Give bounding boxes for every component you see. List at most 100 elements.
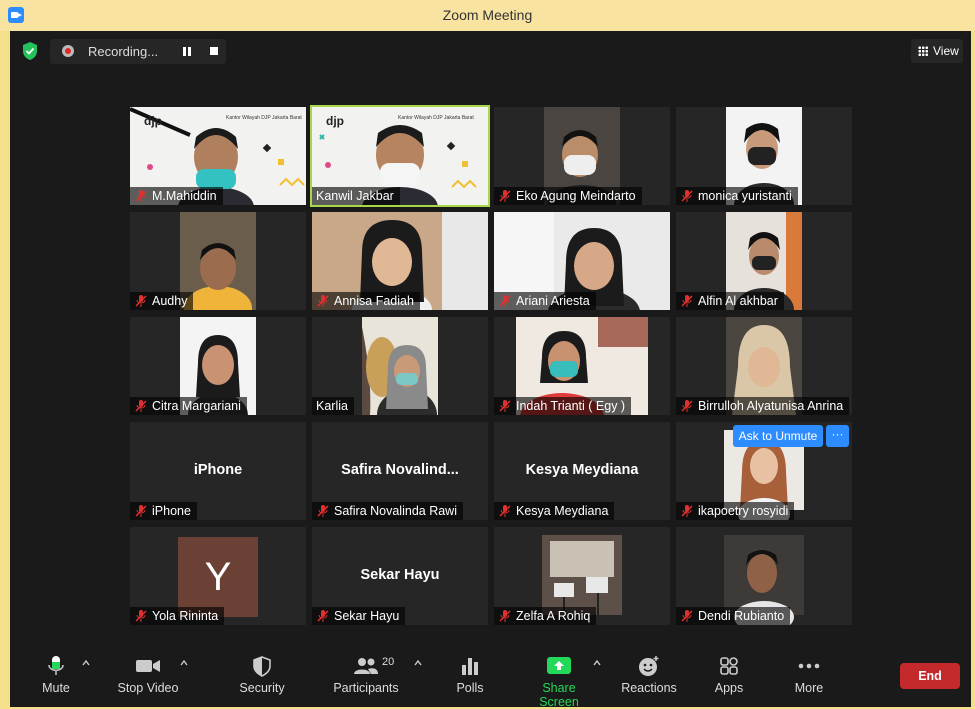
polls-button[interactable]: Polls: [452, 655, 488, 695]
reactions-button[interactable]: Reactions: [620, 655, 678, 695]
view-label: View: [933, 44, 959, 58]
muted-mic-icon: [499, 400, 511, 412]
muted-mic-icon: [681, 295, 693, 307]
participant-display-name: iPhone: [193, 462, 243, 478]
microphone-icon: [48, 656, 64, 675]
participant-name: Sekar Hayu: [334, 609, 400, 623]
video-tile[interactable]: Eko Agung Meindarto: [494, 107, 670, 205]
stop-video-label: Stop Video: [117, 681, 179, 695]
video-tile[interactable]: Birrulloh Alyatunisa Anrina: [676, 317, 852, 415]
video-tile[interactable]: Sekar Hayu Sekar Hayu: [312, 527, 488, 625]
security-label: Security: [239, 681, 285, 695]
video-tile-active-speaker[interactable]: djp Kantor Wilayah DJP Jakarta Barat Kan…: [310, 105, 490, 207]
participant-name: Kesya Meydiana: [516, 504, 609, 518]
muted-mic-icon: [681, 400, 693, 412]
participant-name: Safira Novalinda Rawi: [334, 504, 457, 518]
video-tile[interactable]: Safira Novalind... Safira Novalinda Rawi: [312, 422, 488, 520]
participants-icon: [354, 658, 378, 674]
participant-nametag: Birrulloh Alyatunisa Anrina: [676, 397, 850, 415]
participant-nametag: Safira Novalinda Rawi: [312, 502, 463, 520]
participant-nametag: monica yuristanti: [676, 187, 798, 205]
apps-button[interactable]: Apps: [710, 655, 748, 695]
apps-label: Apps: [714, 681, 744, 695]
muted-mic-icon: [135, 190, 147, 202]
ask-to-unmute-button[interactable]: Ask to Unmute: [733, 425, 823, 447]
video-tile[interactable]: monica yuristanti: [676, 107, 852, 205]
avatar: Y: [178, 537, 258, 617]
video-tile[interactable]: Alfin Al akhbar: [676, 212, 852, 310]
more-button[interactable]: More: [790, 655, 828, 695]
participant-nametag: Kesya Meydiana: [494, 502, 615, 520]
end-meeting-button[interactable]: End: [900, 663, 960, 689]
chevron-up-icon[interactable]: [82, 659, 90, 667]
stop-video-button[interactable]: Stop Video: [114, 655, 182, 695]
video-tile[interactable]: Zelfa A Rohiq: [494, 527, 670, 625]
reactions-label: Reactions: [621, 681, 677, 695]
security-shield-icon[interactable]: [19, 40, 41, 62]
recording-label: Recording...: [88, 44, 159, 59]
muted-mic-icon: [499, 610, 511, 622]
muted-mic-icon: [681, 190, 693, 202]
participant-nametag: Karlia: [312, 397, 354, 415]
stop-recording-icon[interactable]: [210, 47, 218, 55]
svg-text:Kantor Wilayah DJP Jakarta Bar: Kantor Wilayah DJP Jakarta Barat: [226, 115, 302, 121]
video-tile[interactable]: djp Kantor Wilayah DJP Jakarta Barat M.M…: [130, 107, 306, 205]
muted-mic-icon: [499, 505, 511, 517]
participant-nametag: ikapoetry rosyidi: [676, 502, 795, 520]
chevron-up-icon[interactable]: [414, 659, 422, 667]
meeting-area: Recording... View djp Kantor Wilayah DJP…: [10, 31, 971, 709]
participant-display-name: Sekar Hayu: [360, 567, 440, 583]
participant-name: ikapoetry rosyidi: [698, 504, 789, 518]
participant-display-name: Safira Novalind...: [341, 462, 459, 478]
participant-name: Karlia: [316, 399, 348, 413]
svg-text:djp: djp: [144, 114, 162, 128]
video-tile[interactable]: Citra Margariani: [130, 317, 306, 415]
participant-nametag: Ariani Ariesta: [494, 292, 596, 310]
participant-nametag: Kanwil Jakbar: [312, 187, 400, 205]
chevron-up-icon[interactable]: [593, 659, 601, 667]
video-tile[interactable]: Audhy: [130, 212, 306, 310]
muted-mic-icon: [499, 190, 511, 202]
participant-nametag: Yola Rininta: [130, 607, 225, 625]
video-tile[interactable]: Dendi Rubianto: [676, 527, 852, 625]
participant-nametag: Indah Trianti ( Egy ): [494, 397, 632, 415]
video-tile[interactable]: iPhone iPhone: [130, 422, 306, 520]
more-label: More: [794, 681, 824, 695]
participant-nametag: Citra Margariani: [130, 397, 247, 415]
grid-view-icon: [918, 46, 928, 56]
video-tile[interactable]: Y Yola Rininta: [130, 527, 306, 625]
bar-chart-icon: [462, 658, 478, 675]
video-tile[interactable]: Ariani Ariesta: [494, 212, 670, 310]
participant-name: Yola Rininta: [152, 609, 219, 623]
security-button[interactable]: Security: [234, 655, 290, 695]
muted-mic-icon: [317, 610, 329, 622]
participant-more-button[interactable]: ···: [826, 425, 849, 447]
muted-mic-icon: [135, 400, 147, 412]
video-tile[interactable]: Indah Trianti ( Egy ): [494, 317, 670, 415]
mute-label: Mute: [42, 681, 70, 695]
participant-display-name: Kesya Meydiana: [525, 462, 639, 478]
muted-mic-icon: [681, 610, 693, 622]
participant-name: Birrulloh Alyatunisa Anrina: [698, 399, 844, 413]
participant-nametag: Dendi Rubianto: [676, 607, 791, 625]
muted-mic-icon: [499, 295, 511, 307]
video-tile[interactable]: Annisa Fadiah: [312, 212, 488, 310]
participants-count: 20: [382, 656, 395, 668]
participant-nametag: iPhone: [130, 502, 197, 520]
participant-nametag: Audhy: [130, 292, 194, 310]
mute-button[interactable]: Mute: [38, 655, 74, 695]
participant-name: Eko Agung Meindarto: [516, 189, 636, 203]
window-title: Zoom Meeting: [442, 7, 533, 23]
muted-mic-icon: [135, 295, 147, 307]
recording-icon: [62, 45, 74, 57]
video-tile[interactable]: Karlia: [312, 317, 488, 415]
pause-recording-icon[interactable]: [182, 46, 192, 57]
video-tile[interactable]: Kesya Meydiana Kesya Meydiana: [494, 422, 670, 520]
muted-mic-icon: [135, 505, 147, 517]
view-button[interactable]: View: [911, 39, 963, 63]
participant-nametag: M.Mahiddin: [130, 187, 223, 205]
participant-name: Zelfa A Rohiq: [516, 609, 591, 623]
svg-text:Kantor Wilayah DJP Jakarta Bar: Kantor Wilayah DJP Jakarta Barat: [398, 115, 474, 121]
chevron-up-icon[interactable]: [180, 659, 188, 667]
share-screen-button[interactable]: Share Screen: [522, 655, 596, 709]
